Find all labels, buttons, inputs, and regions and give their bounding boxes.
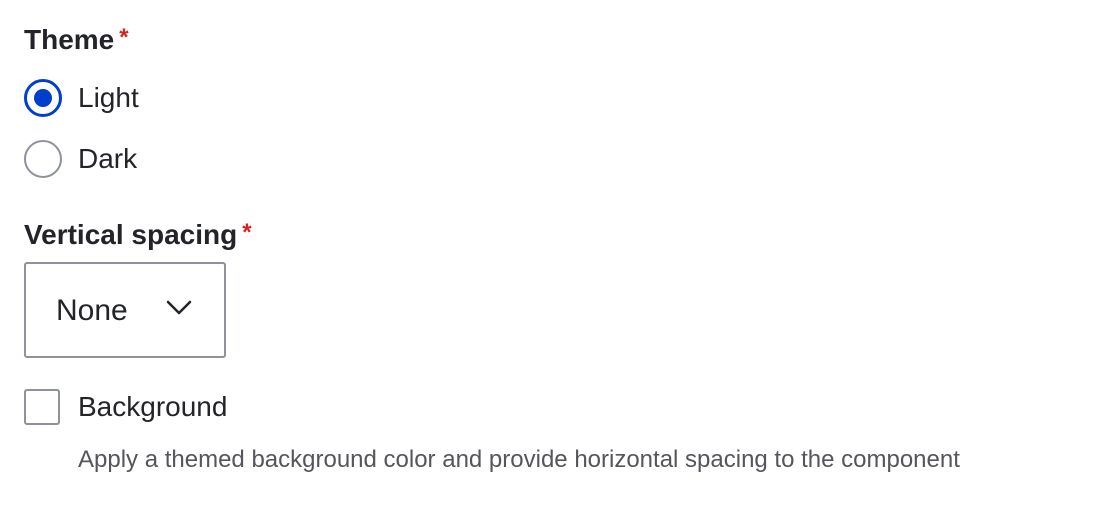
theme-light-radio[interactable]	[24, 79, 62, 117]
theme-required-marker: *	[119, 24, 129, 51]
vertical-spacing-label: Vertical spacing *	[24, 219, 252, 253]
theme-label: Theme *	[24, 24, 129, 58]
chevron-down-icon	[166, 300, 192, 315]
vertical-spacing-select[interactable]: None	[24, 262, 226, 358]
vertical-spacing-required-marker: *	[242, 219, 252, 246]
theme-dark-label[interactable]: Dark	[78, 143, 137, 175]
vertical-spacing-selected-value: None	[56, 294, 128, 327]
background-checkbox[interactable]	[24, 389, 60, 425]
background-option[interactable]: Background	[24, 389, 227, 425]
vertical-spacing-label-text: Vertical spacing	[24, 219, 238, 250]
theme-dark-radio[interactable]	[24, 140, 62, 178]
theme-light-label[interactable]: Light	[78, 82, 139, 114]
theme-option-dark[interactable]: Dark	[24, 139, 137, 179]
theme-label-text: Theme	[24, 24, 115, 55]
theme-option-light[interactable]: Light	[24, 78, 139, 118]
background-label[interactable]: Background	[78, 391, 227, 423]
background-description: Apply a themed background color and prov…	[78, 446, 960, 473]
